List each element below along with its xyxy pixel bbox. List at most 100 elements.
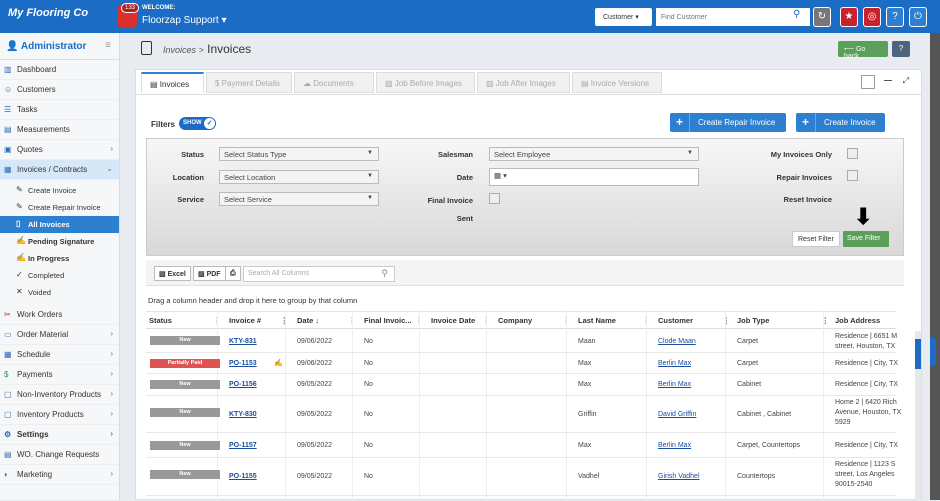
- table-row[interactable]: New PO-1155 09/05/2022 No Vadhel Girish …: [146, 458, 896, 496]
- sidebar-subitem-in-progress[interactable]: ✍ In Progress: [0, 250, 119, 267]
- search-icon[interactable]: ⚲: [793, 9, 800, 20]
- grid-scrollbar[interactable]: [915, 331, 921, 501]
- customer-link[interactable]: Berlin Max: [658, 442, 691, 449]
- table-row[interactable]: Partially Paid PO-1153 ✍ 09/06/2022 No M…: [146, 353, 898, 374]
- refresh-icon[interactable]: ↻: [813, 7, 831, 27]
- sidebar-item-quotes[interactable]: ▣ Quotes ›: [0, 140, 119, 160]
- grid-search-input[interactable]: Search All Columns ⚲: [243, 266, 395, 282]
- find-customer-input[interactable]: [656, 8, 810, 26]
- export-excel-button[interactable]: ▧ Excel: [154, 266, 191, 281]
- export-pdf-button[interactable]: ▨ PDF: [193, 266, 226, 281]
- col-final-invoice[interactable]: Final Invoic...⋮: [364, 316, 423, 325]
- menu-icon[interactable]: ≡: [105, 40, 111, 51]
- col-last-name[interactable]: Last Name⋮: [578, 316, 650, 325]
- help-icon[interactable]: ?: [886, 7, 904, 27]
- help-button[interactable]: ?: [892, 41, 910, 57]
- sidebar-item-payments[interactable]: $ Payments ›: [0, 365, 119, 385]
- sidebar-item-measurements[interactable]: ▤ Measurements: [0, 120, 119, 140]
- tab-documents[interactable]: ☁ Documents: [294, 72, 374, 93]
- customer-link[interactable]: Berlin Max: [658, 381, 691, 388]
- col-invoice-date[interactable]: Invoice Date⋮: [431, 316, 490, 325]
- sidebar-item-customers[interactable]: ☺ Customers: [0, 80, 119, 100]
- invoice-link[interactable]: PO-1153: [229, 360, 257, 367]
- column-label: Job Type: [737, 316, 770, 325]
- sidebar-item-settings[interactable]: ⚙ Settings ›: [0, 425, 119, 445]
- repair-invoices-checkbox[interactable]: [847, 170, 858, 181]
- customer-select[interactable]: Customer ▾: [595, 8, 652, 26]
- tab-invoices[interactable]: ▤ Invoices: [141, 72, 204, 93]
- page-scrollbar[interactable]: [930, 33, 940, 500]
- star-icon[interactable]: ★: [840, 7, 858, 27]
- customer-link[interactable]: Girish Vadhel: [658, 473, 700, 480]
- customer-link[interactable]: David Griffin: [658, 411, 696, 418]
- customer-link[interactable]: Clode Maan: [658, 338, 696, 345]
- create-repair-invoice-button[interactable]: + Create Repair Invoice: [670, 113, 786, 132]
- table-row[interactable]: New PO-1157 09/05/2022 No Max Berlin Max…: [146, 433, 898, 458]
- sidebar-item-dashboard[interactable]: ▥ Dashboard: [0, 60, 119, 80]
- col-invoice[interactable]: Invoice #⋮: [229, 316, 288, 325]
- sidebar-subitem-create-repair-invoice[interactable]: ✎ Create Repair Invoice: [0, 199, 119, 216]
- customer-link[interactable]: Berlin Max: [658, 360, 691, 367]
- table-row[interactable]: New KTY-830 09/05/2022 No Griffin David …: [146, 396, 901, 433]
- sidebar-subitem-pending-signature[interactable]: ✍ Pending Signature: [0, 233, 119, 250]
- tab-job-after-images[interactable]: ▨ Job After Images: [477, 72, 570, 93]
- main-content: Invoices > Invoices ⟵ Go back ? ▤ Invoic…: [120, 33, 940, 501]
- table-row[interactable]: New KTY-831 09/06/2022 No Maan Clode Maa…: [146, 330, 897, 353]
- sidebar-item-work-orders[interactable]: ✂ Work Orders: [0, 305, 119, 325]
- company-dropdown[interactable]: Floorzap Support ▾: [142, 15, 227, 26]
- reset-filter-button[interactable]: Reset Filter: [792, 231, 840, 247]
- minimize-icon[interactable]: —: [881, 75, 895, 89]
- date-input[interactable]: ▦ ▾: [489, 168, 699, 186]
- lifebuoy-icon[interactable]: ◎: [863, 7, 881, 27]
- sidebar-item-schedule[interactable]: ▦ Schedule ›: [0, 345, 119, 365]
- status-select[interactable]: Select Status Type ▼: [219, 147, 379, 161]
- sidebar-item-order-material[interactable]: ▭ Order Material ›: [0, 325, 119, 345]
- scrollbar-thumb[interactable]: [930, 338, 936, 366]
- brand-logo[interactable]: My Flooring Co: [8, 7, 88, 19]
- sidebar-item-invoices[interactable]: ▦ Invoices / Contracts ⌄: [0, 160, 119, 180]
- sidebar-subitem-voided[interactable]: ✕ Voided: [0, 284, 119, 301]
- sidebar-item-tasks[interactable]: ☰ Tasks: [0, 100, 119, 120]
- sidebar-subitem-all-invoices[interactable]: ▯ All Invoices: [0, 216, 119, 233]
- calendar-icon: ▦ ▾: [494, 171, 507, 180]
- sidebar-item-marketing[interactable]: ◐ Marketing ›: [0, 465, 119, 485]
- location-select[interactable]: Select Location ▼: [219, 170, 379, 184]
- caret-down-icon: ▼: [687, 150, 693, 156]
- go-back-button[interactable]: ⟵ Go back: [838, 41, 888, 60]
- col-date[interactable]: Date ↓⋮: [297, 316, 356, 325]
- breadcrumb-parent[interactable]: Invoices >: [163, 45, 204, 55]
- invoice-link[interactable]: PO-1157: [229, 442, 257, 449]
- sidebar-subitem-create-invoice[interactable]: ✎ Create Invoice: [0, 182, 119, 199]
- col-job-address[interactable]: Job Address: [835, 316, 895, 325]
- save-filter-button[interactable]: Save Filter: [843, 231, 889, 247]
- table-row[interactable]: New PO-1156 09/05/2022 No Max Berlin Max…: [146, 374, 898, 396]
- salesman-select[interactable]: Select Employee ▼: [489, 147, 699, 161]
- status-value: Select Status Type: [224, 150, 287, 159]
- window-icon[interactable]: [861, 75, 875, 89]
- col-customer[interactable]: Customer ⋮: [658, 316, 731, 325]
- sidebar-subitem-completed[interactable]: ✓ Completed: [0, 267, 119, 284]
- power-icon[interactable]: ⏻: [909, 7, 927, 27]
- col-company[interactable]: Company⋮: [498, 316, 570, 325]
- print-button[interactable]: ⎙: [225, 266, 241, 281]
- create-invoice-button[interactable]: + Create Invoice: [796, 113, 885, 132]
- sidebar-item-wo-change-requests[interactable]: ▤ WO. Change Requests: [0, 445, 119, 465]
- my-invoices-checkbox[interactable]: [847, 148, 858, 159]
- column-menu-icon[interactable]: ⋮: [723, 316, 731, 325]
- col-job-type[interactable]: Job Type ⋮: [737, 316, 829, 325]
- tab-invoice-versions[interactable]: ▤ Invoice Versions: [572, 72, 662, 93]
- invoice-link[interactable]: PO-1155: [229, 473, 257, 480]
- expand-icon[interactable]: ⤢: [899, 75, 913, 89]
- sidebar-item-inventory-products[interactable]: ▢ Inventory Products ›: [0, 405, 119, 425]
- service-select[interactable]: Select Service ▼: [219, 192, 379, 206]
- sidebar-item-non-inventory-products[interactable]: ▢ Non-Inventory Products ›: [0, 385, 119, 405]
- tab-job-before-images[interactable]: ▨ Job Before Images: [376, 72, 475, 93]
- invoice-link[interactable]: PO-1156: [229, 381, 257, 388]
- scrollbar-thumb[interactable]: [915, 339, 921, 369]
- final-invoice-sent-checkbox[interactable]: [489, 193, 500, 204]
- col-status[interactable]: Status⋮: [149, 316, 221, 325]
- tab-payment-details[interactable]: $ Payment Details: [206, 72, 292, 93]
- invoice-link[interactable]: KTY-830: [229, 411, 257, 418]
- invoice-link[interactable]: KTY-831: [229, 338, 257, 345]
- filters-toggle[interactable]: SHOW ✓: [179, 117, 216, 130]
